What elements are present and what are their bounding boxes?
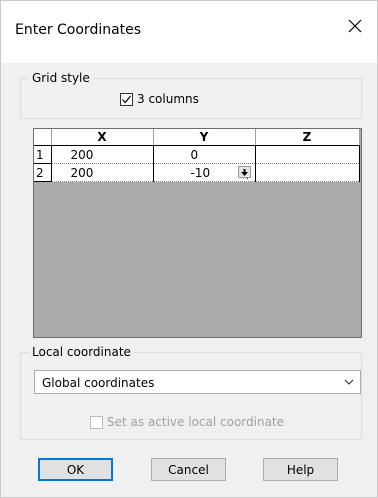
grid-style-group: Grid style 3 columns	[20, 71, 362, 119]
three-columns-label: 3 columns	[137, 92, 199, 106]
cancel-button[interactable]: Cancel	[151, 458, 226, 481]
cell-x[interactable]: 200	[51, 145, 154, 164]
help-button[interactable]: Help	[263, 458, 338, 481]
close-button[interactable]	[333, 9, 377, 43]
cancel-button-label: Cancel	[168, 462, 209, 477]
grid-row: 1 200 0	[34, 145, 360, 164]
column-header-x[interactable]: X	[51, 129, 154, 146]
cell-y-editing[interactable]: -10	[153, 163, 256, 182]
arrow-down-icon	[240, 168, 248, 176]
grid-header-row: X Y Z	[34, 129, 360, 146]
cell-x[interactable]: 200	[51, 163, 154, 182]
cell-dropdown-button[interactable]	[237, 166, 251, 178]
row-header[interactable]: 2	[34, 163, 52, 182]
checkbox-box	[120, 92, 133, 106]
coordinates-grid[interactable]: X Y Z 1 200 0 2 200 -10	[33, 128, 362, 338]
enter-coordinates-dialog: Enter Coordinates Grid style 3 columns X…	[0, 0, 378, 498]
three-columns-checkbox[interactable]: 3 columns	[120, 92, 199, 106]
cell-value: 0	[190, 147, 199, 162]
checkbox-box	[90, 415, 103, 429]
cell-z[interactable]	[255, 145, 360, 164]
local-coordinate-legend: Local coordinate	[29, 345, 134, 359]
cell-value: 200	[70, 147, 94, 162]
help-button-label: Help	[286, 462, 315, 477]
cell-value: 200	[70, 165, 94, 180]
ok-button[interactable]: OK	[38, 458, 113, 481]
set-active-local-label: Set as active local coordinate	[107, 415, 285, 429]
chevron-down-icon	[344, 379, 354, 385]
local-coordinate-select[interactable]: Global coordinates	[34, 370, 361, 394]
dialog-title: Enter Coordinates	[15, 22, 142, 38]
grid-row: 2 200 -10	[34, 163, 360, 182]
cell-value: -10	[190, 165, 211, 180]
title-bar: Enter Coordinates	[1, 1, 377, 63]
column-header-y[interactable]: Y	[153, 129, 256, 146]
grid-corner-cell	[34, 129, 52, 146]
cell-y[interactable]: 0	[153, 145, 256, 164]
close-icon	[348, 19, 362, 33]
local-coordinate-selected: Global coordinates	[42, 376, 155, 390]
row-header[interactable]: 1	[34, 145, 52, 164]
coordinates-table: X Y Z 1 200 0 2 200 -10	[34, 129, 360, 182]
grid-style-legend: Grid style	[29, 71, 93, 85]
column-header-z[interactable]: Z	[255, 129, 360, 146]
checkmark-icon	[122, 95, 131, 103]
set-active-local-checkbox[interactable]: Set as active local coordinate	[90, 415, 284, 429]
ok-button-label: OK	[66, 462, 85, 477]
cell-z[interactable]	[255, 163, 360, 182]
